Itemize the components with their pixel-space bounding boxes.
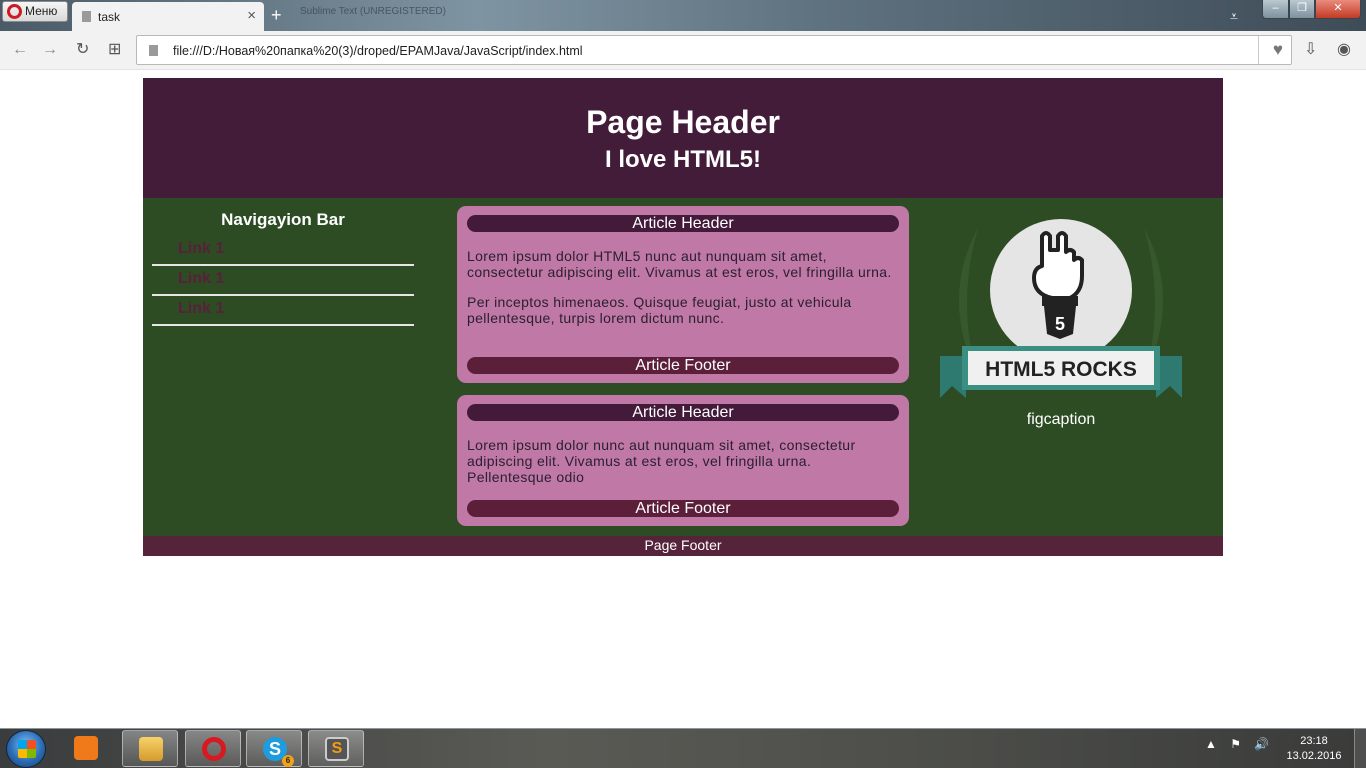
- show-desktop-button[interactable]: [1354, 729, 1366, 768]
- opera-menu-button[interactable]: Меню: [2, 1, 68, 22]
- shield-five-text: 5: [1055, 314, 1065, 334]
- page-footer: Page Footer: [143, 536, 1223, 556]
- forward-icon[interactable]: →: [42, 41, 58, 59]
- back-icon[interactable]: ←: [12, 41, 28, 59]
- sublime-text-icon: S: [325, 737, 349, 761]
- figure: 5 HTML5 ROCKS figcaption: [938, 208, 1184, 429]
- start-button[interactable]: [6, 730, 46, 768]
- menu-label: Меню: [25, 4, 58, 18]
- html5-rocks-badge-image: 5 HTML5 ROCKS: [940, 219, 1182, 398]
- nav-link-3[interactable]: Link 1: [178, 300, 224, 317]
- page-header: Page Header I love HTML5!: [143, 78, 1223, 198]
- profile-icon[interactable]: ◉: [1337, 41, 1351, 59]
- new-tab-button[interactable]: +: [271, 6, 282, 24]
- heart-icon[interactable]: ♥: [1273, 40, 1283, 60]
- article-paragraph: Lorem ipsum dolor nunc aut nunquam sit a…: [467, 437, 856, 485]
- notification-badge: 6: [282, 755, 294, 767]
- taskbar-media-player[interactable]: [58, 730, 114, 767]
- download-icon[interactable]: ⇩: [1304, 41, 1317, 59]
- page-icon: [149, 45, 158, 56]
- url-text[interactable]: file:///D:/Новая%20папка%20(3)/droped/EP…: [173, 44, 583, 58]
- opera-logo-icon: [7, 4, 22, 19]
- taskbar-sublime-text[interactable]: S: [308, 730, 364, 767]
- taskbar-opera[interactable]: [185, 730, 241, 767]
- speed-dial-icon[interactable]: ⊞: [108, 41, 121, 59]
- system-tray: ▲ ⚑ 🔊: [1205, 737, 1279, 751]
- page-title: Page Header: [586, 104, 780, 140]
- article-footer: Article Footer: [467, 500, 899, 517]
- background-window-title: Sublime Text (UNREGISTERED): [300, 6, 446, 17]
- minimize-button[interactable]: –: [1262, 0, 1289, 19]
- tab-task[interactable]: task ×: [72, 2, 264, 31]
- tab-title: task: [98, 10, 121, 24]
- nav-link-2[interactable]: Link 1: [178, 270, 224, 287]
- article-paragraph: Lorem ipsum dolor HTML5 nunc aut nunquam…: [467, 248, 892, 280]
- address-bar[interactable]: file:///D:/Новая%20папка%20(3)/droped/EP…: [136, 35, 1292, 65]
- action-center-flag-icon[interactable]: ⚑: [1230, 737, 1241, 751]
- taskbar-explorer[interactable]: [122, 730, 178, 767]
- browser-chrome: Меню task × + Sublime Text (UNREGISTERED…: [0, 0, 1366, 70]
- nav-item: Link 1: [152, 236, 414, 266]
- tab-close-icon[interactable]: ×: [247, 7, 256, 24]
- nav-link-1[interactable]: Link 1: [178, 240, 224, 257]
- figcaption: figcaption: [1026, 411, 1096, 428]
- article-paragraph: Per inceptos himenaeos. Quisque feugiat,…: [467, 294, 852, 326]
- main-section: Navigayion Bar Link 1 Link 1 Link 1 Arti…: [143, 198, 1223, 536]
- badge-text: HTML5 ROCKS: [985, 358, 1137, 381]
- maximize-button[interactable]: ❐: [1289, 0, 1315, 19]
- article-header: Article Header: [467, 404, 899, 421]
- page-icon: [82, 11, 91, 22]
- media-player-icon: [74, 736, 98, 760]
- navigation-toolbar: ← → ↻ ⊞ file:///D:/Новая%20папка%20(3)/d…: [0, 31, 1366, 69]
- title-bar: Меню task × + Sublime Text (UNREGISTERED…: [0, 0, 1366, 31]
- windows-logo-icon: [18, 740, 36, 758]
- article-1: Article Header Lorem ipsum dolor HTML5 n…: [457, 206, 909, 383]
- address-bar-divider: [1258, 36, 1259, 64]
- page-subtitle: I love HTML5!: [604, 146, 761, 173]
- taskbar-skype[interactable]: S 6: [246, 730, 302, 767]
- nav-bar: Navigayion Bar Link 1 Link 1 Link 1: [152, 198, 414, 326]
- article-header: Article Header: [467, 215, 899, 232]
- close-window-button[interactable]: ✕: [1315, 0, 1361, 19]
- show-hidden-icons-icon[interactable]: ▲: [1205, 737, 1217, 751]
- nav-list: Link 1 Link 1 Link 1: [152, 236, 414, 326]
- clock-date: 13.02.2016: [1286, 750, 1342, 762]
- article-footer: Article Footer: [467, 357, 899, 374]
- opera-icon: [202, 737, 226, 761]
- volume-icon[interactable]: 🔊: [1254, 737, 1269, 751]
- article-2: Article Header Lorem ipsum dolor nunc au…: [457, 395, 909, 526]
- clock[interactable]: 23:18 13.02.2016: [1280, 734, 1348, 764]
- reload-icon[interactable]: ↻: [76, 41, 89, 59]
- nav-title: Navigayion Bar: [221, 210, 345, 229]
- folder-icon: [139, 737, 163, 761]
- page-container: Page Header I love HTML5! Navigayion Bar…: [143, 78, 1223, 556]
- clock-time: 23:18: [1300, 735, 1328, 747]
- nav-item: Link 1: [152, 266, 414, 296]
- nav-item: Link 1: [152, 296, 414, 326]
- windows-taskbar: S 6 S ▲ ⚑ 🔊 23:18 13.02.2016: [0, 728, 1366, 768]
- tab-menu-icon[interactable]: ⩡: [1230, 8, 1238, 25]
